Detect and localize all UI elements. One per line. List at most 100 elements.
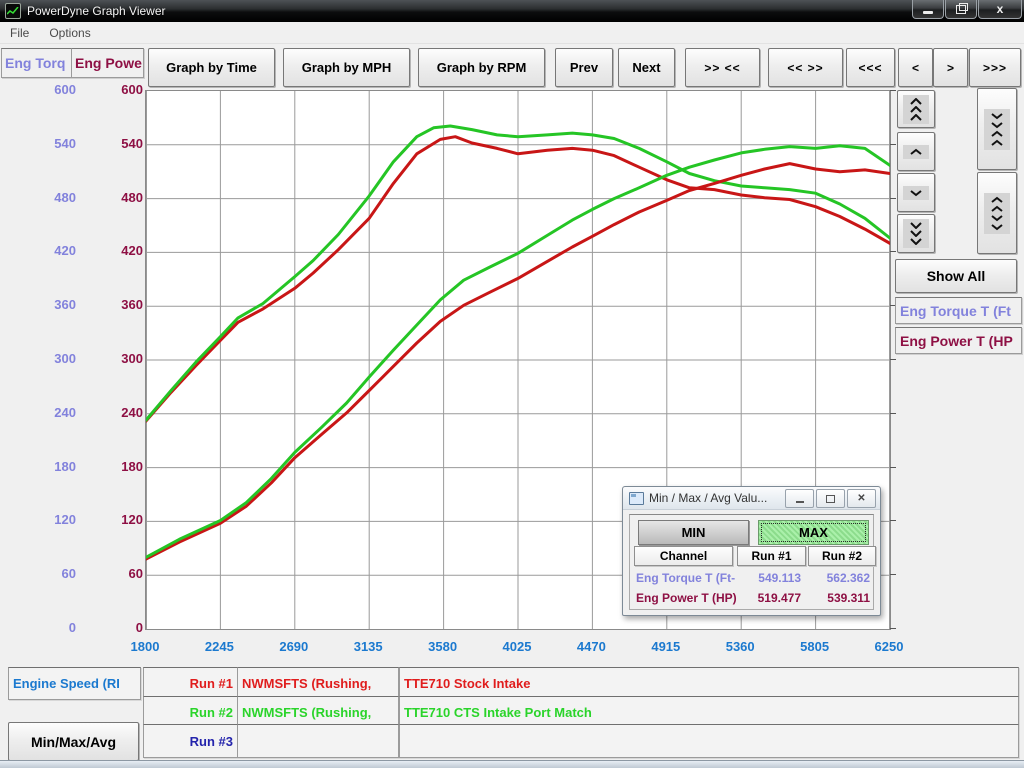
graph-by-mph-button[interactable]: Graph by MPH (283, 48, 410, 87)
y-axis-tick-label: 120 (20, 512, 76, 527)
y-axis-tick-label: 0 (88, 620, 143, 635)
y-axis-tick-label: 0 (20, 620, 76, 635)
run3-dyno-field[interactable] (237, 724, 399, 758)
axis-header-torque[interactable]: Eng Torq (1, 48, 72, 78)
x-axis-tick-label: 2245 (205, 639, 234, 654)
zoom-y-in-button[interactable] (977, 88, 1017, 170)
scroll-top-button[interactable] (897, 90, 935, 128)
scroll-bottom-button[interactable] (897, 214, 935, 253)
y-axis-tick-label: 60 (20, 566, 76, 581)
y-axis-tick-label: 480 (88, 190, 143, 205)
y-axis-tick-label: 360 (20, 297, 76, 312)
restore-icon (956, 5, 966, 14)
minmax-window[interactable]: Min / Max / Avg Valu... ✕ MIN MAX Channe… (622, 486, 881, 616)
app-icon (5, 3, 21, 19)
graph-by-rpm-button[interactable]: Graph by RPM (418, 48, 545, 87)
y-axis-tick-label: 420 (20, 243, 76, 258)
prev-button[interactable]: Prev (555, 48, 613, 87)
chevrons-diverge-icon (984, 193, 1010, 234)
run3-label[interactable]: Run #3 (143, 724, 240, 758)
x-axis-tick-label: 5360 (726, 639, 755, 654)
run3-description-field[interactable] (399, 724, 1019, 758)
axis-tick-mark (890, 251, 896, 252)
window-frame-bottom (0, 760, 1024, 768)
axis-tick-mark (890, 574, 896, 575)
scroll-up-button[interactable] (897, 132, 935, 171)
column-header-run2[interactable]: Run #2 (808, 546, 876, 566)
axis-tick-mark (890, 90, 896, 91)
channel-label-power[interactable]: Eng Power T (HP (895, 327, 1022, 354)
close-icon: x (997, 2, 1004, 16)
zoom-y-out-button[interactable] (977, 172, 1017, 254)
x-axis-tick-label: 2690 (279, 639, 308, 654)
minimize-button[interactable] (912, 0, 944, 19)
y-axis-tick-label: 360 (88, 297, 143, 312)
close-button[interactable]: x (978, 0, 1022, 19)
maximize-button[interactable] (945, 0, 977, 19)
y-axis-tick-label: 480 (20, 190, 76, 205)
y-axis-tick-label: 60 (88, 566, 143, 581)
column-header-channel[interactable]: Channel (634, 546, 733, 566)
column-header-run1[interactable]: Run #1 (737, 546, 806, 566)
y-axis-tick-label: 180 (20, 459, 76, 474)
y-axis-tick-label: 540 (88, 136, 143, 151)
minmaxavg-button[interactable]: Min/Max/Avg (8, 722, 139, 761)
minmax-window-title-bar[interactable]: Min / Max / Avg Valu... ✕ (623, 487, 880, 510)
max-button[interactable]: MAX (758, 520, 869, 545)
x-axis-channel-label[interactable]: Engine Speed (RI (8, 667, 141, 700)
x-axis-tick-label: 1800 (131, 639, 160, 654)
axis-tick-mark (890, 413, 896, 414)
y-axis-tick-label: 420 (88, 243, 143, 258)
minmax-restore-button[interactable] (816, 489, 845, 508)
restore-icon (826, 495, 835, 503)
scroll-far-right-button[interactable]: >>> (969, 48, 1021, 87)
y-axis-tick-label: 240 (20, 405, 76, 420)
x-axis-tick-label: 4470 (577, 639, 606, 654)
x-axis-tick-label: 5805 (800, 639, 829, 654)
next-button[interactable]: Next (618, 48, 675, 87)
minmax-row-run2-value: 562.362 (808, 571, 870, 585)
show-all-button[interactable]: Show All (895, 259, 1017, 293)
window-title-bar: PowerDyne Graph Viewer x (0, 0, 1024, 22)
graph-by-time-button[interactable]: Graph by Time (148, 48, 275, 87)
axis-tick-mark (890, 198, 896, 199)
axis-header-power[interactable]: Eng Powe (71, 48, 144, 78)
x-axis-tick-label: 4025 (503, 639, 532, 654)
min-button[interactable]: MIN (638, 520, 749, 545)
minmax-row-channel: Eng Power T (HP) (636, 591, 737, 605)
scroll-far-left-button[interactable]: <<< (846, 48, 895, 87)
y-axis-tick-label: 540 (20, 136, 76, 151)
channel-label-torque[interactable]: Eng Torque T (Ft (895, 297, 1022, 324)
chevron-up-icon (903, 145, 929, 159)
x-axis-tick-label: 4915 (651, 639, 680, 654)
axis-tick-mark (890, 520, 896, 521)
axis-tick-mark (890, 144, 896, 145)
scroll-left-button[interactable]: < (898, 48, 933, 87)
y-axis-tick-label: 180 (88, 459, 143, 474)
chevrons-top-icon (903, 95, 929, 124)
minmax-window-icon (629, 492, 644, 505)
minmax-row-run1-value: 549.113 (737, 571, 801, 585)
minmax-row-channel: Eng Torque T (Ft- (636, 571, 735, 585)
scroll-down-button[interactable] (897, 173, 935, 212)
zoom-x-in-button[interactable]: >> << (685, 48, 760, 87)
y-axis-tick-label: 300 (20, 351, 76, 366)
y-axis-tick-label: 120 (88, 512, 143, 527)
menu-options[interactable]: Options (39, 22, 100, 43)
x-axis-tick-label: 3580 (428, 639, 457, 654)
y-axis-tick-label: 240 (88, 405, 143, 420)
axis-tick-mark (890, 628, 896, 629)
scroll-right-button[interactable]: > (933, 48, 968, 87)
minmax-row-run1-value: 519.477 (737, 591, 801, 605)
minmax-minimize-button[interactable] (785, 489, 814, 508)
y-axis-tick-label: 600 (20, 82, 76, 97)
minmax-row-run2-value: 539.311 (808, 591, 870, 605)
chevrons-bottom-icon (903, 219, 929, 248)
menu-file[interactable]: File (0, 22, 39, 43)
minimize-icon (923, 11, 933, 14)
axis-tick-mark (890, 467, 896, 468)
zoom-x-out-button[interactable]: << >> (768, 48, 843, 87)
x-axis-tick-label: 3135 (354, 639, 383, 654)
chevron-down-icon (903, 186, 929, 200)
minmax-close-button[interactable]: ✕ (847, 489, 876, 508)
